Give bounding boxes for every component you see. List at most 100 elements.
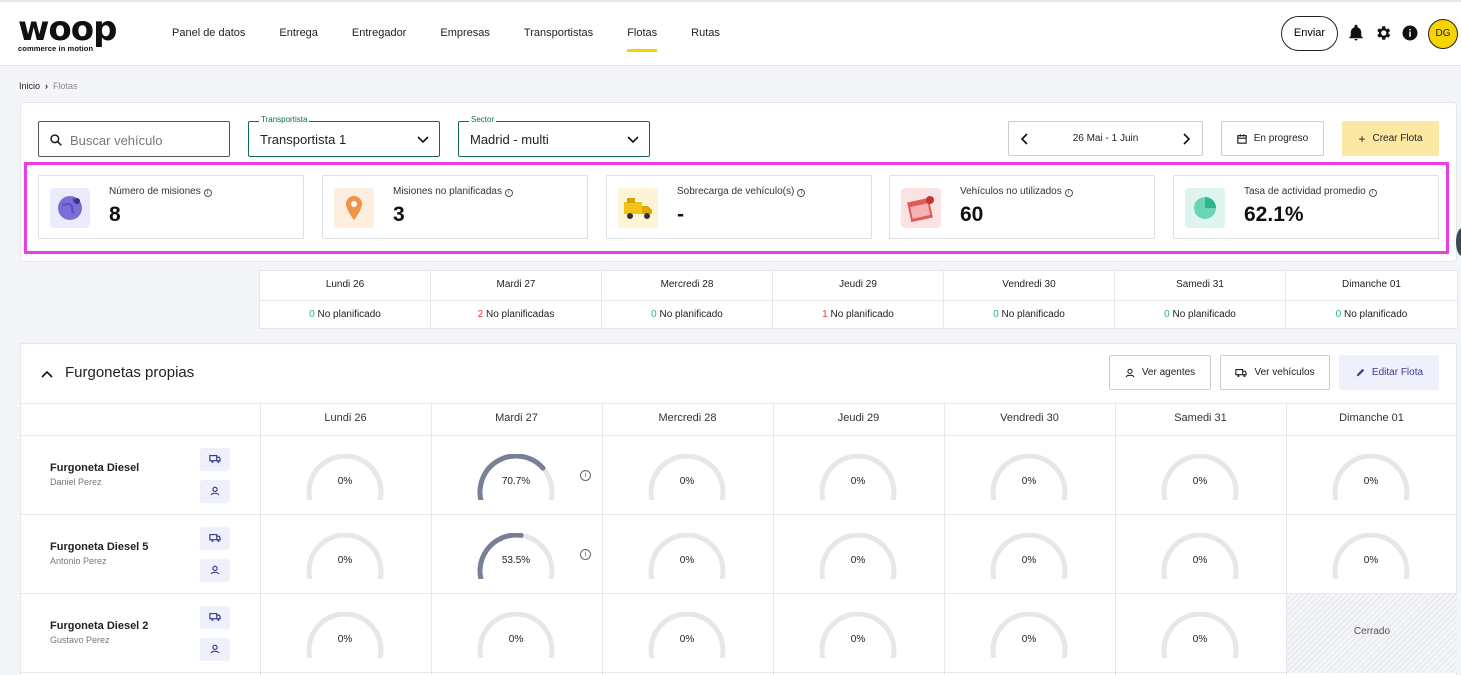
breadcrumb-home[interactable]: Inicio [19,81,40,91]
nav-item-entregador[interactable]: Entregador [352,0,406,66]
usage-percent: 0% [850,634,866,645]
grid-line [260,403,261,675]
search-input[interactable]: Buscar vehículo [38,121,230,157]
chevron-down-icon [627,136,639,144]
nav-item-entrega[interactable]: Entrega [279,0,318,66]
vehicle-name[interactable]: Furgoneta Diesel 5 [50,541,148,553]
summary-day-header: Jeudi 29 [773,271,944,301]
usage-percent: 0% [1021,634,1037,645]
kpi-title: Misiones no planificadas [393,186,502,197]
create-fleet-button[interactable]: + Crear Flota [1342,121,1439,156]
bell-icon[interactable] [1347,24,1365,42]
usage-percent: 0% [1363,476,1379,487]
nav-item-transportistas[interactable]: Transportistas [524,0,593,66]
summary-day-header: Dimanche 01 [1286,271,1457,301]
send-button[interactable]: Enviar [1281,16,1338,51]
nav-item-panel[interactable]: Panel de datos [172,0,245,66]
nav-item-rutas[interactable]: Rutas [691,0,720,66]
vehicle-driver-button[interactable] [200,480,230,503]
usage-percent: 53.5% [501,555,531,566]
vehicle-name[interactable]: Furgoneta Diesel [50,462,139,474]
breadcrumb-current: Flotas [53,81,78,91]
vehicle-driver-button[interactable] [200,559,230,582]
usage-percent: 70.7% [501,476,531,487]
map-pin-icon [334,188,374,228]
kpi-title: Tasa de actividad promedio [1244,186,1366,197]
usage-percent: 0% [679,476,695,487]
grid-line [431,403,432,675]
summary-unplanned-cell[interactable]: 0 No planificado [944,301,1115,329]
summary-day-header: Samedi 31 [1115,271,1286,301]
info-icon[interactable]: i [504,189,513,197]
summary-unplanned-cell[interactable]: 0 No planificado [1286,301,1457,329]
kpi-value: 8 [109,203,121,226]
summary-unplanned-cell[interactable]: 0 No planificado [602,301,773,329]
carrier-select[interactable]: Transportista Transportista 1 [248,115,440,157]
info-icon[interactable]: i [1064,189,1073,197]
summary-unplanned-cell[interactable]: 0 No planificado [260,301,431,329]
status-filter-button[interactable]: En progreso [1221,121,1324,156]
day-header: Vendredi 30 [1000,412,1059,424]
kpi-title: Vehículos no utilizados [960,186,1062,197]
truck-overload-icon [618,188,658,228]
scroll-handle[interactable] [1456,228,1461,256]
nav-item-flotas[interactable]: Flotas [627,0,657,66]
grid-line [944,403,945,675]
logo-wordmark: woop [18,9,117,49]
globe-icon [50,188,90,228]
grid-line [773,403,774,675]
view-agents-button[interactable]: Ver agentes [1109,355,1211,390]
user-icon [210,486,220,496]
vehicle-driver-button[interactable] [200,638,230,661]
info-icon[interactable]: i [797,189,806,197]
date-range-label: 26 Mai - 1 Juin [1072,133,1139,144]
vehicle-name[interactable]: Furgoneta Diesel 2 [50,620,148,632]
pencil-icon [1356,368,1365,376]
info-icon[interactable]: i [203,189,212,197]
woop-logo[interactable]: woop commerce in motion [18,9,128,54]
summary-day-header: Mercredi 28 [602,271,773,301]
grid-line [602,403,603,675]
summary-unplanned-cell[interactable]: 2 No planificadas [431,301,602,329]
user-icon [1125,368,1135,377]
usage-percent: 0% [679,634,695,645]
unplanned-summary-grid: Lundi 26 0 No planificado Mardi 27 2 No pla… [259,270,1458,329]
nav-item-empresas[interactable]: Empresas [440,0,490,66]
vehicle-truck-button[interactable] [200,527,230,550]
usage-percent: 0% [1192,634,1208,645]
vehicle-truck-button[interactable] [200,606,230,629]
search-icon [50,134,62,146]
usage-percent: 0% [1192,476,1208,487]
main-nav: Panel de datos Entrega Entregador Empres… [172,0,754,66]
day-header: Jeudi 29 [837,412,880,424]
gear-icon[interactable] [1374,24,1392,42]
kpi-card-unused-vehicles: Vehículos no utilizados i 60 [889,175,1155,239]
view-vehicles-button[interactable]: Ver vehículos [1220,355,1330,390]
vehicle-truck-button[interactable] [200,448,230,471]
info-icon[interactable]: i [580,470,591,481]
view-agents-label: Ver agentes [1141,367,1196,378]
truck-icon [209,533,221,543]
chevron-up-icon[interactable] [41,369,53,379]
info-icon[interactable]: i [580,549,591,560]
edit-fleet-button[interactable]: Editar Flota [1339,355,1439,390]
info-icon[interactable] [1401,24,1419,42]
kpi-value: - [677,203,684,226]
search-placeholder: Buscar vehículo [70,133,163,148]
vehicle-driver: Daniel Perez [50,477,102,487]
grid-line [20,514,1457,515]
grid-line [20,435,1457,436]
day-header: Lundi 26 [324,412,367,424]
grid-line [20,672,1457,673]
usage-percent: 0% [337,476,353,487]
kpi-value: 3 [393,203,405,226]
summary-unplanned-cell[interactable]: 1 No planificado [773,301,944,329]
summary-day-header: Vendredi 30 [944,271,1115,301]
kpi-value: 62.1% [1244,203,1304,226]
summary-unplanned-cell[interactable]: 0 No planificado [1115,301,1286,329]
user-avatar[interactable]: DG [1428,19,1458,49]
info-icon[interactable]: i [1368,189,1377,197]
user-icon [210,644,220,654]
sector-select[interactable]: Sector Madrid - multi [458,115,650,157]
chevron-right-icon[interactable] [1180,133,1192,145]
